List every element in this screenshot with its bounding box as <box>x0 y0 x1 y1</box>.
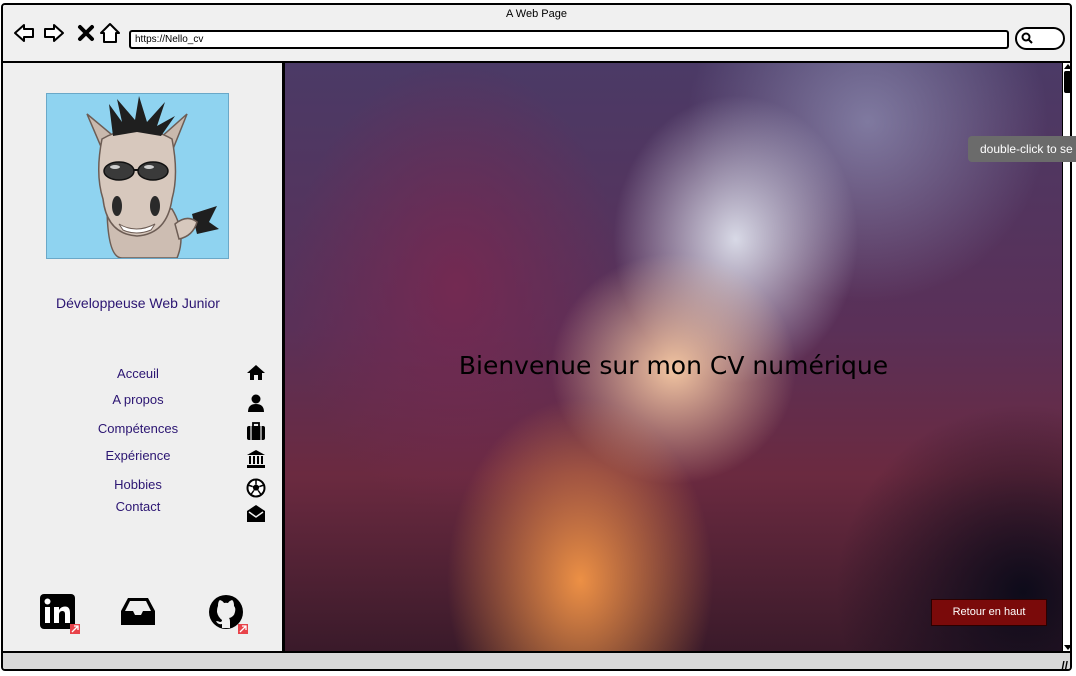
status-bar: // <box>3 651 1070 669</box>
search-button[interactable] <box>1015 27 1065 50</box>
scroll-down-arrow-icon[interactable] <box>1064 645 1070 650</box>
menu-item-a-propos[interactable]: A propos <box>83 392 193 407</box>
menu-item-hobbies[interactable]: Hobbies <box>83 477 193 492</box>
window-title: A Web Page <box>506 8 567 20</box>
home-icon[interactable] <box>246 363 266 383</box>
soccer-ball-icon[interactable] <box>246 478 266 498</box>
browser-window: A Web Page https://Nello_cv Développeuse… <box>1 3 1072 671</box>
sidebar: Développeuse Web Junior Acceuil A propos… <box>3 63 285 651</box>
welcome-heading: Bienvenue sur mon CV numérique <box>458 351 889 380</box>
menu-item-acceuil[interactable]: Acceuil <box>83 366 193 381</box>
github-link[interactable] <box>208 593 254 639</box>
avatar <box>46 93 229 259</box>
bank-icon[interactable] <box>246 449 266 469</box>
job-title: Développeuse Web Junior <box>56 295 220 311</box>
search-icon <box>1021 32 1033 44</box>
linkedin-link[interactable] <box>39 593 85 639</box>
briefcase-icon[interactable] <box>246 421 266 441</box>
github-icon <box>209 595 248 634</box>
donkey-mascot-picture <box>47 94 228 258</box>
menu-item-experience[interactable]: Expérience <box>83 448 193 463</box>
menu-item-contact[interactable]: Contact <box>83 499 193 514</box>
envelope-open-icon[interactable] <box>246 503 266 523</box>
inbox-icon <box>121 598 155 625</box>
back-arrow-icon[interactable] <box>13 21 35 45</box>
inbox-link[interactable] <box>118 593 164 639</box>
scroll-up-arrow-icon[interactable] <box>1064 64 1070 69</box>
back-to-top-button[interactable]: Retour en haut <box>931 599 1047 626</box>
title-bar: A Web Page https://Nello_cv <box>3 5 1070 63</box>
menu-item-competences[interactable]: Compétences <box>83 421 193 436</box>
hero-section: Bienvenue sur mon CV numérique Retour en… <box>285 63 1062 651</box>
linkedin-icon <box>40 594 80 634</box>
address-bar[interactable]: https://Nello_cv <box>129 30 1009 49</box>
scroll-thumb[interactable] <box>1064 71 1070 93</box>
home-nav-icon[interactable] <box>99 21 121 45</box>
tooltip: double-click to se <box>968 136 1076 162</box>
close-icon[interactable] <box>75 21 97 45</box>
user-icon[interactable] <box>246 393 266 413</box>
resize-grip-icon[interactable]: // <box>1061 659 1068 669</box>
forward-arrow-icon[interactable] <box>43 21 65 45</box>
